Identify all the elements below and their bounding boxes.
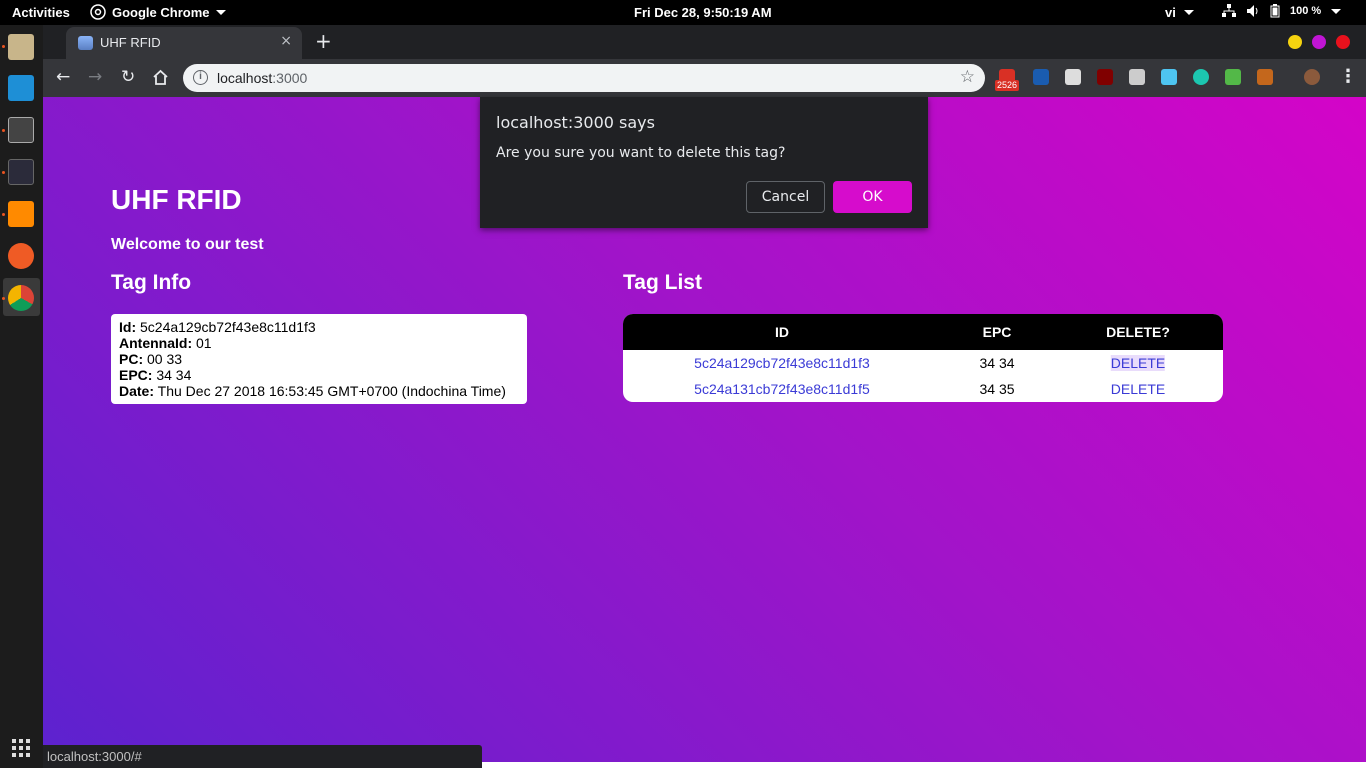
chevron-down-icon — [215, 9, 226, 15]
dock — [0, 25, 43, 768]
extension-icon[interactable] — [1193, 69, 1209, 85]
extension-icon[interactable] — [1257, 69, 1273, 85]
chevron-down-icon — [1331, 8, 1342, 14]
input-method-label: vi — [1165, 5, 1176, 20]
tag-info-card: Id: 5c24a129cb72f43e8c11d1f3 AntennaId: … — [111, 314, 527, 404]
dialog-title: localhost:3000 says — [496, 113, 655, 132]
column-header-delete: DELETE? — [1106, 324, 1170, 340]
tab-strip: UHF RFID × + — [43, 25, 1366, 59]
battery-percent: 100 % — [1290, 5, 1322, 17]
back-button[interactable]: ← — [56, 67, 70, 87]
reader-extension-icon[interactable] — [1129, 69, 1145, 85]
system-menu[interactable]: 100 % — [1222, 4, 1342, 18]
tag-antenna-line: AntennaId: 01 — [119, 335, 212, 351]
show-applications-icon[interactable] — [12, 739, 30, 757]
new-tab-button[interactable]: + — [315, 29, 332, 53]
column-header-epc: EPC — [982, 324, 1012, 340]
running-indicator — [2, 297, 5, 300]
confirm-dialog: localhost:3000 says Are you sure you wan… — [480, 97, 928, 228]
sublime-text-icon[interactable] — [8, 201, 34, 227]
tag-epc-cell: 34 35 — [979, 381, 1015, 397]
downloader-icon[interactable] — [8, 75, 34, 101]
close-icon[interactable]: × — [280, 33, 292, 49]
files-icon[interactable] — [8, 34, 34, 60]
tag-epc-cell: 34 34 — [979, 355, 1015, 371]
table-header: ID EPC DELETE? — [623, 314, 1223, 350]
input-method-menu[interactable]: vi — [1165, 5, 1194, 20]
cancel-button[interactable]: Cancel — [746, 181, 825, 213]
column-header-id: ID — [775, 324, 789, 340]
welcome-text: Welcome to our test — [111, 236, 264, 253]
postman-icon[interactable] — [8, 243, 34, 269]
site-info-icon[interactable]: i — [193, 70, 208, 85]
mail-unread-badge: 2526 — [995, 80, 1020, 91]
tab-title: UHF RFID — [100, 35, 161, 50]
home-icon[interactable] — [152, 69, 169, 86]
tag-id-line: Id: 5c24a129cb72f43e8c11d1f3 — [119, 319, 316, 335]
maximize-button[interactable] — [1312, 35, 1326, 49]
diamond-extension-icon[interactable] — [1161, 69, 1177, 85]
url-text[interactable]: localhost:3000 — [217, 70, 307, 86]
chrome-icon[interactable] — [8, 285, 34, 311]
minimize-button[interactable] — [1288, 35, 1302, 49]
bookmark-star-icon[interactable]: ☆ — [960, 67, 975, 87]
terminal-icon[interactable] — [8, 159, 34, 185]
close-window-button[interactable] — [1336, 35, 1350, 49]
network-icon — [1222, 4, 1236, 17]
clock[interactable]: Fri Dec 28, 9:50:19 AM — [634, 5, 772, 20]
ublock-icon[interactable] — [1097, 69, 1113, 85]
table-row: 5c24a129cb72f43e8c11d1f3 34 34 DELETE — [623, 350, 1223, 376]
battery-icon — [1270, 4, 1280, 18]
app-menu[interactable]: Google Chrome — [90, 4, 226, 20]
chrome-icon — [90, 4, 106, 20]
browser-toolbar: ← → ↻ i localhost:3000 ☆ 2526 ⋮ — [43, 59, 1366, 97]
texmaker-icon[interactable] — [8, 117, 34, 143]
tag-table: ID EPC DELETE? 5c24a129cb72f43e8c11d1f3 … — [623, 314, 1223, 402]
tab-uhf-rfid[interactable]: UHF RFID × — [66, 27, 302, 59]
address-bar[interactable]: i localhost:3000 ☆ — [183, 64, 985, 92]
running-indicator — [2, 129, 5, 132]
page-bottom-edge — [482, 762, 1366, 768]
table-row: 5c24a131cb72f43e8c11d1f5 34 35 DELETE — [623, 376, 1223, 402]
system-top-bar: Activities Google Chrome Fri Dec 28, 9:5… — [0, 0, 1366, 25]
extension-icon[interactable] — [1033, 69, 1049, 85]
app-name: Google Chrome — [112, 4, 210, 20]
page-title: UHF RFID — [111, 184, 242, 215]
dialog-message: Are you sure you want to delete this tag… — [496, 145, 786, 161]
delete-link[interactable]: DELETE — [1111, 381, 1165, 397]
reload-button[interactable]: ↻ — [121, 67, 135, 87]
extension-icon[interactable] — [1065, 69, 1081, 85]
profile-avatar[interactable] — [1304, 69, 1320, 85]
extension-icon[interactable] — [1225, 69, 1241, 85]
tag-pc-line: PC: 00 33 — [119, 351, 183, 367]
tag-date-line: Date: Thu Dec 27 2018 16:53:45 GMT+0700 … — [119, 383, 506, 399]
database-icon — [78, 36, 93, 50]
status-bubble: localhost:3000/# — [43, 745, 482, 768]
tag-list-heading: Tag List — [623, 271, 702, 294]
ok-button[interactable]: OK — [833, 181, 912, 213]
running-indicator — [2, 45, 5, 48]
more-menu-icon[interactable]: ⋮ — [1339, 66, 1357, 87]
delete-link[interactable]: DELETE — [1110, 355, 1166, 371]
tag-epc-line: EPC: 34 34 — [119, 367, 192, 383]
running-indicator — [2, 171, 5, 174]
tag-id-link[interactable]: 5c24a131cb72f43e8c11d1f5 — [694, 381, 870, 397]
chevron-down-icon — [1183, 10, 1194, 15]
activities-button[interactable]: Activities — [12, 5, 70, 20]
tag-id-link[interactable]: 5c24a129cb72f43e8c11d1f3 — [694, 355, 870, 371]
forward-button[interactable]: → — [88, 67, 102, 87]
running-indicator — [2, 213, 5, 216]
volume-icon — [1247, 5, 1258, 17]
tag-info-heading: Tag Info — [111, 271, 192, 294]
